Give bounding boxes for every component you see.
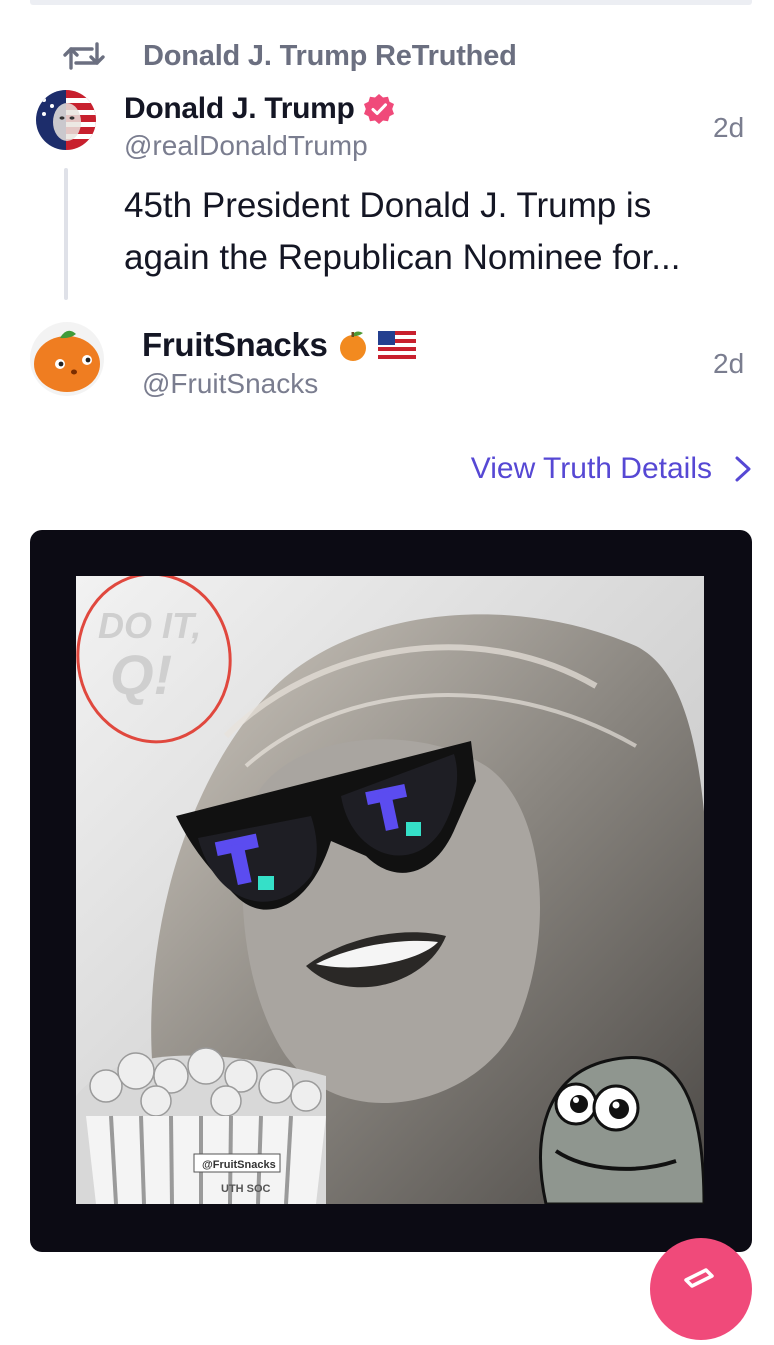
post-handle[interactable]: @FruitSnacks xyxy=(142,368,416,400)
quoted-post-text[interactable]: 45th President Donald J. Trump is again … xyxy=(124,180,744,284)
verified-badge-icon xyxy=(363,94,394,124)
post-header: FruitSnacks @FruitSnacks xyxy=(142,326,416,400)
overlay-text-doit: DO IT, xyxy=(98,605,201,646)
top-divider xyxy=(30,0,752,5)
quoted-handle[interactable]: @realDonaldTrump xyxy=(124,130,395,162)
quoted-post-header: Donald J. Trump @realDonaldTrump xyxy=(124,92,395,162)
retruth-icon xyxy=(63,42,105,70)
post-timestamp: 2d xyxy=(713,348,745,379)
view-truth-details-link[interactable]: View Truth Details xyxy=(471,452,752,486)
us-flag-emoji-icon xyxy=(377,331,416,359)
overlay-text-q: Q! xyxy=(110,643,172,706)
post-author-name[interactable]: FruitSnacks xyxy=(142,326,328,364)
trump-avatar-image xyxy=(36,90,96,150)
compose-button[interactable] xyxy=(650,1238,752,1340)
avatar-fruitsnacks[interactable] xyxy=(30,322,104,396)
chevron-right-icon xyxy=(735,456,751,482)
retruth-header: Donald J. Trump ReTruthed xyxy=(62,36,517,76)
quoted-timestamp: 2d xyxy=(713,112,745,143)
orange-emoji-icon xyxy=(339,331,366,361)
avatar-trump[interactable] xyxy=(36,90,96,150)
compose-pencil-icon xyxy=(684,1268,714,1288)
orange-avatar-image xyxy=(30,322,104,396)
retruth-label: Donald J. Trump ReTruthed xyxy=(143,39,517,72)
meme-illustration: DO IT, Q! @FruitSnacks UTH SOC xyxy=(76,576,704,1204)
popcorn-label: @FruitSnacks xyxy=(202,1159,276,1171)
post-media[interactable]: DO IT, Q! @FruitSnacks UTH SOC xyxy=(30,530,752,1252)
thread-connector xyxy=(64,168,68,300)
quoted-author-name[interactable]: Donald J. Trump xyxy=(124,92,355,126)
popcorn-sub-label: UTH SOC xyxy=(221,1183,271,1195)
view-truth-details-label: View Truth Details xyxy=(470,452,712,485)
media-image: DO IT, Q! @FruitSnacks UTH SOC xyxy=(76,576,704,1204)
